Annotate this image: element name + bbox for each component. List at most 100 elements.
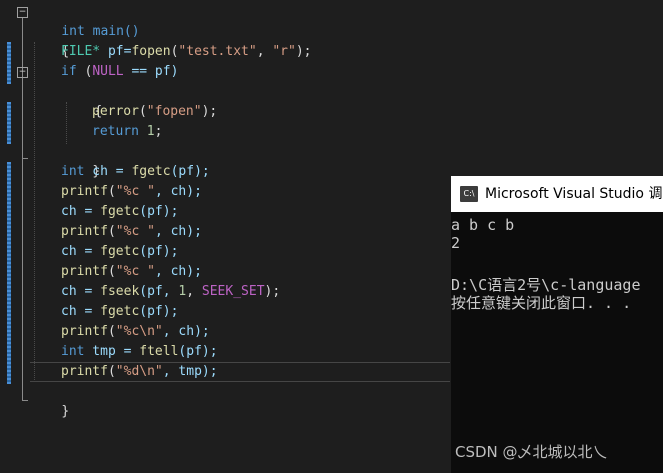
punct: ; xyxy=(154,124,163,139)
string: "%c\n" xyxy=(115,324,163,339)
expression: == pf) xyxy=(123,64,179,79)
keyword: int main() xyxy=(61,24,140,39)
fold-line-end xyxy=(22,158,28,159)
identifier: tmp = xyxy=(84,344,140,359)
code-line-18[interactable]: int tmp = ftell(pf); xyxy=(61,342,218,362)
code-line-19[interactable]: printf("%d\n", tmp); xyxy=(61,362,218,382)
change-marker xyxy=(7,42,11,84)
identifier: ch = xyxy=(84,164,132,179)
string: "fopen" xyxy=(146,104,202,119)
code-line-2[interactable]: { xyxy=(30,22,69,59)
keyword: if xyxy=(61,64,77,79)
punct: ); xyxy=(295,44,312,59)
keyword: int xyxy=(61,344,85,359)
punct: ( xyxy=(107,264,116,279)
args: (pf); xyxy=(178,344,218,359)
code-line-5[interactable]: { xyxy=(63,82,102,119)
console-title-bar[interactable]: C:\ Microsoft Visual Studio 调 xyxy=(451,176,663,212)
function-name: printf xyxy=(61,324,108,339)
macro: SEEK_SET xyxy=(201,284,265,299)
code-line-14[interactable]: printf("%c ", ch); xyxy=(61,262,202,282)
function-name: printf xyxy=(61,264,108,279)
function-name: perror xyxy=(92,104,139,119)
args: (pf); xyxy=(139,244,179,259)
args: (pf, xyxy=(139,284,179,299)
args: , tmp); xyxy=(162,364,218,379)
fold-toggle-main[interactable]: − xyxy=(17,7,28,18)
args: (pf); xyxy=(139,204,179,219)
punct: , xyxy=(256,44,273,59)
function-name: fgetc xyxy=(100,304,140,319)
identifier: ch = xyxy=(61,284,101,299)
function-name: fgetc xyxy=(100,204,140,219)
function-name: printf xyxy=(61,224,108,239)
identifier: pf= xyxy=(100,44,132,59)
change-marker xyxy=(7,102,11,144)
debug-console-window[interactable]: C:\ Microsoft Visual Studio 调 a b c b 2 … xyxy=(451,176,663,473)
punct: ( xyxy=(138,104,147,119)
punct: ( xyxy=(107,364,116,379)
punct: ); xyxy=(264,284,281,299)
string: "r" xyxy=(272,44,296,59)
fold-line-end xyxy=(22,400,28,401)
fold-toggle-if[interactable]: − xyxy=(17,67,28,78)
function-name: fgetc xyxy=(131,164,171,179)
code-line-13[interactable]: ch = fgetc(pf); xyxy=(61,242,178,262)
number: 1 xyxy=(146,124,155,139)
punct: , xyxy=(186,284,202,299)
type: FILE* xyxy=(61,44,101,59)
punct: ( xyxy=(76,64,93,79)
code-line-4[interactable]: if (NULL == pf) xyxy=(61,62,178,82)
console-title: Microsoft Visual Studio 调 xyxy=(485,186,663,202)
identifier: ch = xyxy=(61,244,101,259)
punct: ( xyxy=(107,224,116,239)
string: "%c " xyxy=(115,224,155,239)
code-line-3[interactable]: FILE* pf=fopen("test.txt", "r"); xyxy=(61,42,312,62)
code-line-1[interactable]: int main() xyxy=(30,2,139,39)
indent-guide xyxy=(34,42,35,382)
console-output-line: 2 xyxy=(451,234,461,252)
function-name: fgetc xyxy=(100,244,140,259)
function-name: fopen xyxy=(131,44,171,59)
macro: NULL xyxy=(92,64,124,79)
code-line-16[interactable]: ch = fgetc(pf); xyxy=(61,302,178,322)
code-line-6[interactable]: perror("fopen"); xyxy=(92,102,217,122)
code-line-9[interactable]: int ch = fgetc(pf); xyxy=(61,162,210,182)
change-marker xyxy=(7,162,11,384)
code-line-10[interactable]: printf("%c ", ch); xyxy=(61,182,202,202)
punct: ( xyxy=(107,184,116,199)
code-line-12[interactable]: printf("%c ", ch); xyxy=(61,222,202,242)
args: , ch); xyxy=(154,224,202,239)
console-output-line: a b c b xyxy=(451,216,515,234)
args: (pf); xyxy=(139,304,179,319)
console-output-line: 按任意键关闭此窗口. . . xyxy=(451,294,632,312)
args: (pf); xyxy=(170,164,210,179)
editor-gutter: − − xyxy=(0,0,30,473)
function-name: ftell xyxy=(139,344,179,359)
function-name: fseek xyxy=(100,284,140,299)
console-output-line: D:\C语言2号\c-language xyxy=(451,276,641,294)
args: , ch); xyxy=(154,184,202,199)
args: , ch); xyxy=(162,324,210,339)
identifier: ch = xyxy=(61,204,101,219)
code-line-15[interactable]: ch = fseek(pf, 1, SEEK_SET); xyxy=(61,282,280,302)
brace: } xyxy=(61,404,70,419)
string: "%c " xyxy=(115,184,155,199)
punct: ); xyxy=(201,104,218,119)
code-line-20[interactable]: } xyxy=(30,382,69,419)
code-line-11[interactable]: ch = fgetc(pf); xyxy=(61,202,178,222)
function-name: printf xyxy=(61,364,108,379)
function-name: printf xyxy=(61,184,108,199)
string: "%c " xyxy=(115,264,155,279)
punct: ( xyxy=(107,324,116,339)
args: , ch); xyxy=(154,264,202,279)
code-line-8[interactable]: } xyxy=(61,142,100,179)
console-app-icon: C:\ xyxy=(460,186,478,202)
csdn-watermark: CSDN @乄北城以北乀 xyxy=(455,443,608,461)
code-line-17[interactable]: printf("%c\n", ch); xyxy=(61,322,210,342)
string: "test.txt" xyxy=(178,44,257,59)
keyword: return xyxy=(92,124,139,139)
code-line-7[interactable]: return 1; xyxy=(92,122,162,142)
identifier: ch = xyxy=(61,304,101,319)
